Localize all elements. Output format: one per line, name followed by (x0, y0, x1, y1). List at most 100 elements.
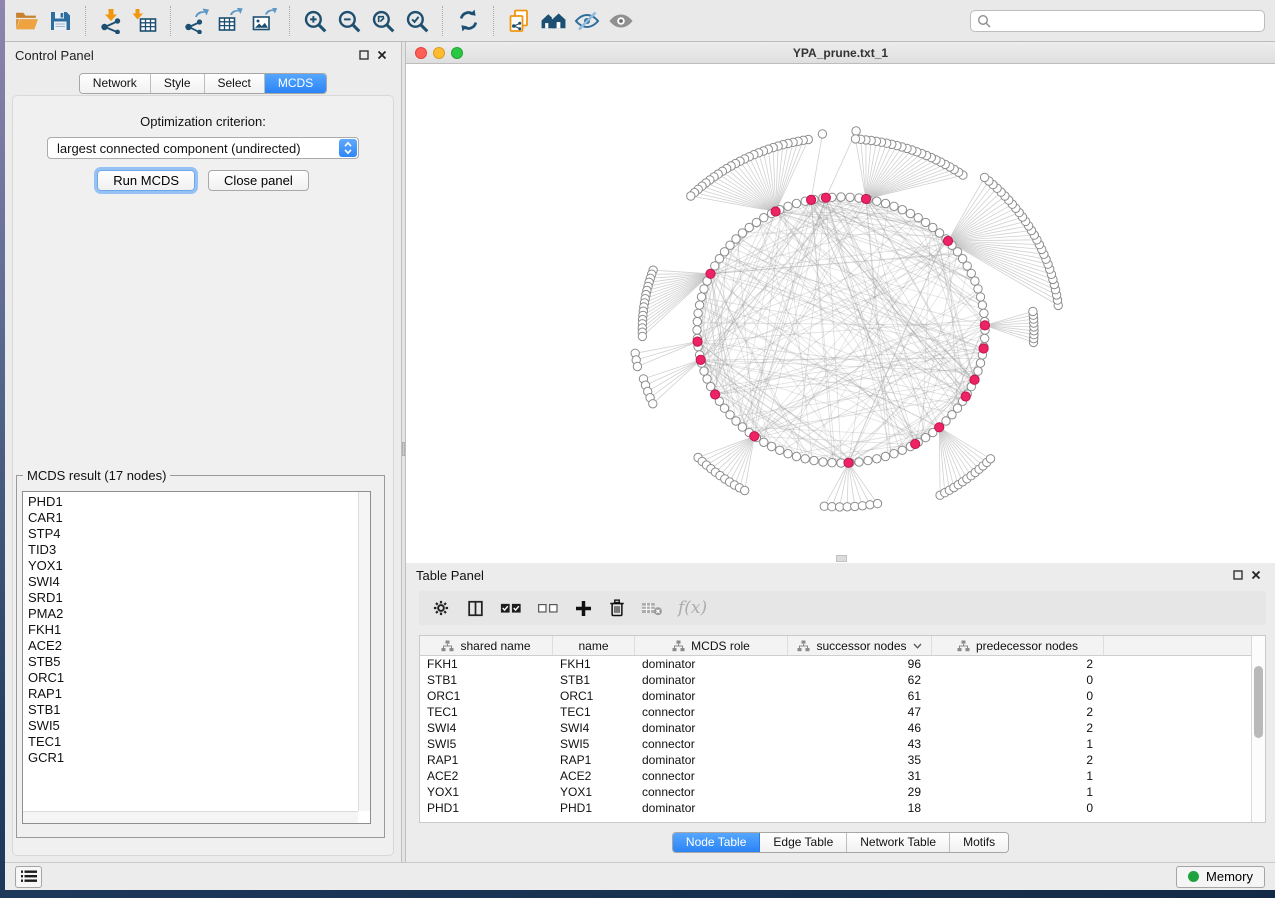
table-row[interactable]: RAP1RAP1dominator352 (420, 752, 1265, 768)
close-panel-button-mcds[interactable]: Close panel (208, 170, 309, 191)
satellite-node (858, 502, 866, 510)
zoom-out-button[interactable] (332, 5, 366, 37)
network-node (784, 202, 792, 210)
zoom-fit-button[interactable] (366, 5, 400, 37)
float-panel-button[interactable] (355, 50, 373, 60)
refresh-view-button[interactable] (451, 5, 485, 37)
table-tab-edge-table[interactable]: Edge Table (760, 833, 847, 852)
close-table-panel-button[interactable] (1247, 570, 1265, 580)
deselect-all-button[interactable] (537, 600, 559, 616)
result-list-hscrollbar[interactable] (23, 811, 358, 823)
memory-button[interactable]: Memory (1176, 866, 1265, 888)
network-window-titlebar[interactable]: YPA_prune.txt_1 (406, 42, 1275, 64)
export-table-button[interactable] (213, 5, 247, 37)
clone-network-button[interactable] (502, 5, 536, 37)
add-column-button[interactable] (574, 599, 593, 618)
mcds-result-item[interactable]: SRD1 (28, 590, 370, 606)
splitter-grip[interactable] (402, 442, 405, 456)
mcds-result-item[interactable]: TID3 (28, 542, 370, 558)
table-settings-button[interactable] (431, 598, 451, 618)
mcds-result-item[interactable]: PMA2 (28, 606, 370, 622)
tab-network[interactable]: Network (80, 74, 151, 93)
float-table-panel-button[interactable] (1229, 570, 1247, 580)
cell-mcds_role: dominator (635, 657, 788, 671)
table-row[interactable]: SWI4SWI4dominator462 (420, 720, 1265, 736)
table-row[interactable]: TEC1TEC1connector472 (420, 704, 1265, 720)
mcds-result-item[interactable]: GCR1 (28, 750, 370, 766)
column-header-MCDS-role[interactable]: MCDS role (635, 636, 788, 655)
network-node (890, 450, 898, 458)
mcds-result-item[interactable]: ORC1 (28, 670, 370, 686)
network-node (974, 285, 982, 293)
canvas-splitter-grip[interactable] (836, 555, 847, 562)
column-header-name[interactable]: name (553, 636, 635, 655)
delete-table-button[interactable] (641, 600, 663, 616)
hide-selected-button[interactable] (570, 5, 604, 37)
mcds-result-item[interactable]: SWI4 (28, 574, 370, 590)
first-neighbors-button[interactable] (536, 5, 570, 37)
open-file-button[interactable] (9, 5, 43, 37)
table-tab-network-table[interactable]: Network Table (847, 833, 950, 852)
mcds-result-item[interactable]: STP4 (28, 526, 370, 542)
mcds-result-item[interactable]: RAP1 (28, 686, 370, 702)
table-row[interactable]: ORC1ORC1dominator610 (420, 688, 1265, 704)
mcds-result-item[interactable]: STB5 (28, 654, 370, 670)
mcds-result-item[interactable]: FKH1 (28, 622, 370, 638)
table-row[interactable]: ACE2ACE2connector311 (420, 768, 1265, 784)
column-header-shared-name[interactable]: shared name (420, 636, 553, 655)
column-header-empty (1104, 636, 1265, 655)
result-list-vscrollbar[interactable] (358, 492, 370, 811)
table-row[interactable]: SWI5SWI5connector431 (420, 736, 1265, 752)
panel-menu-button[interactable] (15, 866, 42, 888)
tab-style[interactable]: Style (151, 74, 205, 93)
cell-shared_name: FKH1 (420, 657, 553, 671)
mcds-result-item[interactable]: PHD1 (28, 494, 370, 510)
tab-select[interactable]: Select (205, 74, 265, 93)
scrollbar-thumb[interactable] (1254, 666, 1263, 738)
table-tab-node-table[interactable]: Node Table (673, 833, 761, 852)
column-header-successor-nodes[interactable]: successor nodes (788, 636, 932, 655)
save-session-button[interactable] (43, 5, 77, 37)
import-network-button[interactable] (94, 5, 128, 37)
column-type-icon (957, 640, 970, 652)
table-row[interactable]: YOX1YOX1connector291 (420, 784, 1265, 800)
close-panel-button[interactable] (373, 50, 391, 60)
minimize-window-icon[interactable] (433, 47, 445, 59)
table-row[interactable]: PHD1PHD1dominator180 (420, 800, 1265, 816)
table-panel: Table Panel (406, 563, 1275, 862)
delete-column-button[interactable] (608, 598, 626, 618)
zoom-selected-button[interactable] (400, 5, 434, 37)
mcds-result-item[interactable]: STB1 (28, 702, 370, 718)
import-table-button[interactable] (128, 5, 162, 37)
maximize-window-icon[interactable] (451, 47, 463, 59)
table-panel-header: Table Panel (406, 563, 1275, 587)
table-tab-motifs[interactable]: Motifs (950, 833, 1008, 852)
network-canvas[interactable] (406, 64, 1275, 563)
criterion-select[interactable]: largest connected component (undirected) (47, 137, 359, 159)
show-columns-button[interactable] (466, 599, 485, 618)
cell-mcds_role: connector (635, 737, 788, 751)
cell-successor_nodes: 46 (788, 721, 932, 735)
column-header-predecessor-nodes[interactable]: predecessor nodes (932, 636, 1104, 655)
table-row[interactable]: FKH1FKH1dominator962 (420, 656, 1265, 672)
search-input[interactable] (996, 14, 1258, 28)
show-all-button[interactable] (604, 5, 638, 37)
mcds-result-item[interactable]: SWI5 (28, 718, 370, 734)
tab-mcds[interactable]: MCDS (265, 74, 326, 93)
zoom-in-button[interactable] (298, 5, 332, 37)
close-window-icon[interactable] (415, 47, 427, 59)
network-nodes[interactable] (631, 127, 1062, 511)
mcds-result-item[interactable]: CAR1 (28, 510, 370, 526)
run-mcds-button[interactable]: Run MCDS (97, 170, 195, 191)
select-all-button[interactable] (500, 600, 522, 616)
mcds-result-item[interactable]: TEC1 (28, 734, 370, 750)
function-builder-button[interactable]: f(x) (678, 598, 707, 618)
export-image-button[interactable] (247, 5, 281, 37)
dominator-node (807, 195, 816, 204)
cell-successor_nodes: 43 (788, 737, 932, 751)
mcds-result-item[interactable]: YOX1 (28, 558, 370, 574)
table-vscrollbar[interactable] (1251, 636, 1265, 822)
export-network-button[interactable] (179, 5, 213, 37)
mcds-result-item[interactable]: ACE2 (28, 638, 370, 654)
table-row[interactable]: STB1STB1dominator620 (420, 672, 1265, 688)
